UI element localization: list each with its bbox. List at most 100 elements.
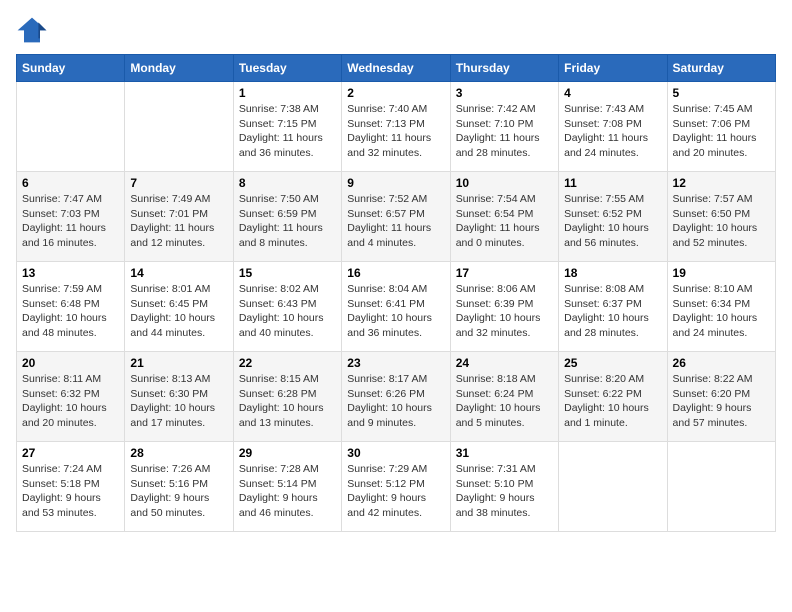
calendar-cell: 21 Sunrise: 8:13 AM Sunset: 6:30 PM Dayli… — [125, 352, 233, 442]
day-number: 25 — [564, 356, 661, 370]
day-content: Sunrise: 7:54 AM Sunset: 6:54 PM Dayligh… — [456, 192, 553, 251]
day-content: Sunrise: 7:45 AM Sunset: 7:06 PM Dayligh… — [673, 102, 770, 161]
day-content: Sunrise: 7:50 AM Sunset: 6:59 PM Dayligh… — [239, 192, 336, 251]
calendar-cell: 18 Sunrise: 8:08 AM Sunset: 6:37 PM Dayli… — [559, 262, 667, 352]
day-content: Sunrise: 7:55 AM Sunset: 6:52 PM Dayligh… — [564, 192, 661, 251]
calendar-cell: 4 Sunrise: 7:43 AM Sunset: 7:08 PM Daylig… — [559, 82, 667, 172]
day-content: Sunrise: 7:42 AM Sunset: 7:10 PM Dayligh… — [456, 102, 553, 161]
day-number: 17 — [456, 266, 553, 280]
calendar-cell — [125, 82, 233, 172]
calendar-cell: 20 Sunrise: 8:11 AM Sunset: 6:32 PM Dayli… — [17, 352, 125, 442]
calendar-cell: 24 Sunrise: 8:18 AM Sunset: 6:24 PM Dayli… — [450, 352, 558, 442]
calendar-week-5: 27 Sunrise: 7:24 AM Sunset: 5:18 PM Dayli… — [17, 442, 776, 532]
calendar-cell: 26 Sunrise: 8:22 AM Sunset: 6:20 PM Dayli… — [667, 352, 775, 442]
day-header-saturday: Saturday — [667, 55, 775, 82]
day-header-wednesday: Wednesday — [342, 55, 450, 82]
calendar-cell: 28 Sunrise: 7:26 AM Sunset: 5:16 PM Dayli… — [125, 442, 233, 532]
day-number: 8 — [239, 176, 336, 190]
day-content: Sunrise: 8:01 AM Sunset: 6:45 PM Dayligh… — [130, 282, 227, 341]
day-content: Sunrise: 7:47 AM Sunset: 7:03 PM Dayligh… — [22, 192, 119, 251]
day-number: 18 — [564, 266, 661, 280]
calendar-cell: 14Sunrise: 8:01 AM Sunset: 6:45 PM Dayli… — [125, 262, 233, 352]
day-number: 15 — [239, 266, 336, 280]
day-content: Sunrise: 7:49 AM Sunset: 7:01 PM Dayligh… — [130, 192, 227, 251]
day-number: 20 — [22, 356, 119, 370]
day-number: 30 — [347, 446, 444, 460]
day-content: Sunrise: 7:26 AM Sunset: 5:16 PM Dayligh… — [130, 462, 227, 521]
calendar-cell: 29Sunrise: 7:28 AM Sunset: 5:14 PM Dayli… — [233, 442, 341, 532]
day-number: 28 — [130, 446, 227, 460]
calendar-cell: 16Sunrise: 8:04 AM Sunset: 6:41 PM Dayli… — [342, 262, 450, 352]
day-content: Sunrise: 7:43 AM Sunset: 7:08 PM Dayligh… — [564, 102, 661, 161]
day-number: 3 — [456, 86, 553, 100]
calendar-cell: 10 Sunrise: 7:54 AM Sunset: 6:54 PM Dayli… — [450, 172, 558, 262]
day-content: Sunrise: 8:02 AM Sunset: 6:43 PM Dayligh… — [239, 282, 336, 341]
day-number: 2 — [347, 86, 444, 100]
calendar-table: SundayMondayTuesdayWednesdayThursdayFrid… — [16, 54, 776, 532]
day-number: 16 — [347, 266, 444, 280]
calendar-cell: 9 Sunrise: 7:52 AM Sunset: 6:57 PM Daylig… — [342, 172, 450, 262]
calendar-cell: 30 Sunrise: 7:29 AM Sunset: 5:12 PM Dayli… — [342, 442, 450, 532]
day-content: Sunrise: 7:59 AM Sunset: 6:48 PM Dayligh… — [22, 282, 119, 341]
calendar-week-2: 6 Sunrise: 7:47 AM Sunset: 7:03 PM Daylig… — [17, 172, 776, 262]
day-content: Sunrise: 8:10 AM Sunset: 6:34 PM Dayligh… — [673, 282, 770, 341]
calendar-cell: 11 Sunrise: 7:55 AM Sunset: 6:52 PM Dayli… — [559, 172, 667, 262]
day-number: 21 — [130, 356, 227, 370]
day-content: Sunrise: 8:18 AM Sunset: 6:24 PM Dayligh… — [456, 372, 553, 431]
calendar-week-1: 1Sunrise: 7:38 AM Sunset: 7:15 PM Daylig… — [17, 82, 776, 172]
calendar-cell: 17 Sunrise: 8:06 AM Sunset: 6:39 PM Dayli… — [450, 262, 558, 352]
logo-icon — [16, 16, 48, 44]
day-number: 26 — [673, 356, 770, 370]
calendar-week-3: 13 Sunrise: 7:59 AM Sunset: 6:48 PM Dayli… — [17, 262, 776, 352]
calendar-cell: 6 Sunrise: 7:47 AM Sunset: 7:03 PM Daylig… — [17, 172, 125, 262]
day-content: Sunrise: 7:57 AM Sunset: 6:50 PM Dayligh… — [673, 192, 770, 251]
calendar-cell: 19 Sunrise: 8:10 AM Sunset: 6:34 PM Dayli… — [667, 262, 775, 352]
day-number: 23 — [347, 356, 444, 370]
calendar-cell: 8 Sunrise: 7:50 AM Sunset: 6:59 PM Daylig… — [233, 172, 341, 262]
day-number: 24 — [456, 356, 553, 370]
day-content: Sunrise: 8:22 AM Sunset: 6:20 PM Dayligh… — [673, 372, 770, 431]
day-header-sunday: Sunday — [17, 55, 125, 82]
day-number: 29 — [239, 446, 336, 460]
day-content: Sunrise: 7:38 AM Sunset: 7:15 PM Dayligh… — [239, 102, 336, 161]
day-number: 11 — [564, 176, 661, 190]
day-number: 5 — [673, 86, 770, 100]
day-content: Sunrise: 8:20 AM Sunset: 6:22 PM Dayligh… — [564, 372, 661, 431]
page-header — [16, 16, 776, 44]
calendar-cell: 7 Sunrise: 7:49 AM Sunset: 7:01 PM Daylig… — [125, 172, 233, 262]
calendar-cell: 25 Sunrise: 8:20 AM Sunset: 6:22 PM Dayli… — [559, 352, 667, 442]
calendar-cell: 1Sunrise: 7:38 AM Sunset: 7:15 PM Daylig… — [233, 82, 341, 172]
day-content: Sunrise: 8:17 AM Sunset: 6:26 PM Dayligh… — [347, 372, 444, 431]
day-number: 10 — [456, 176, 553, 190]
calendar-cell: 3 Sunrise: 7:42 AM Sunset: 7:10 PM Daylig… — [450, 82, 558, 172]
calendar-cell: 31 Sunrise: 7:31 AM Sunset: 5:10 PM Dayli… — [450, 442, 558, 532]
logo — [16, 16, 50, 44]
day-content: Sunrise: 7:31 AM Sunset: 5:10 PM Dayligh… — [456, 462, 553, 521]
day-number: 7 — [130, 176, 227, 190]
day-number: 27 — [22, 446, 119, 460]
days-header-row: SundayMondayTuesdayWednesdayThursdayFrid… — [17, 55, 776, 82]
day-number: 31 — [456, 446, 553, 460]
calendar-week-4: 20 Sunrise: 8:11 AM Sunset: 6:32 PM Dayli… — [17, 352, 776, 442]
day-number: 13 — [22, 266, 119, 280]
day-content: Sunrise: 7:52 AM Sunset: 6:57 PM Dayligh… — [347, 192, 444, 251]
day-number: 6 — [22, 176, 119, 190]
calendar-cell: 23 Sunrise: 8:17 AM Sunset: 6:26 PM Dayli… — [342, 352, 450, 442]
day-content: Sunrise: 8:11 AM Sunset: 6:32 PM Dayligh… — [22, 372, 119, 431]
day-number: 12 — [673, 176, 770, 190]
day-number: 4 — [564, 86, 661, 100]
calendar-cell — [667, 442, 775, 532]
day-header-thursday: Thursday — [450, 55, 558, 82]
calendar-cell: 2 Sunrise: 7:40 AM Sunset: 7:13 PM Daylig… — [342, 82, 450, 172]
day-content: Sunrise: 7:40 AM Sunset: 7:13 PM Dayligh… — [347, 102, 444, 161]
day-content: Sunrise: 8:06 AM Sunset: 6:39 PM Dayligh… — [456, 282, 553, 341]
day-content: Sunrise: 8:13 AM Sunset: 6:30 PM Dayligh… — [130, 372, 227, 431]
calendar-cell: 13 Sunrise: 7:59 AM Sunset: 6:48 PM Dayli… — [17, 262, 125, 352]
day-content: Sunrise: 7:29 AM Sunset: 5:12 PM Dayligh… — [347, 462, 444, 521]
day-header-monday: Monday — [125, 55, 233, 82]
day-number: 19 — [673, 266, 770, 280]
day-number: 9 — [347, 176, 444, 190]
day-content: Sunrise: 7:24 AM Sunset: 5:18 PM Dayligh… — [22, 462, 119, 521]
day-content: Sunrise: 8:08 AM Sunset: 6:37 PM Dayligh… — [564, 282, 661, 341]
day-number: 22 — [239, 356, 336, 370]
